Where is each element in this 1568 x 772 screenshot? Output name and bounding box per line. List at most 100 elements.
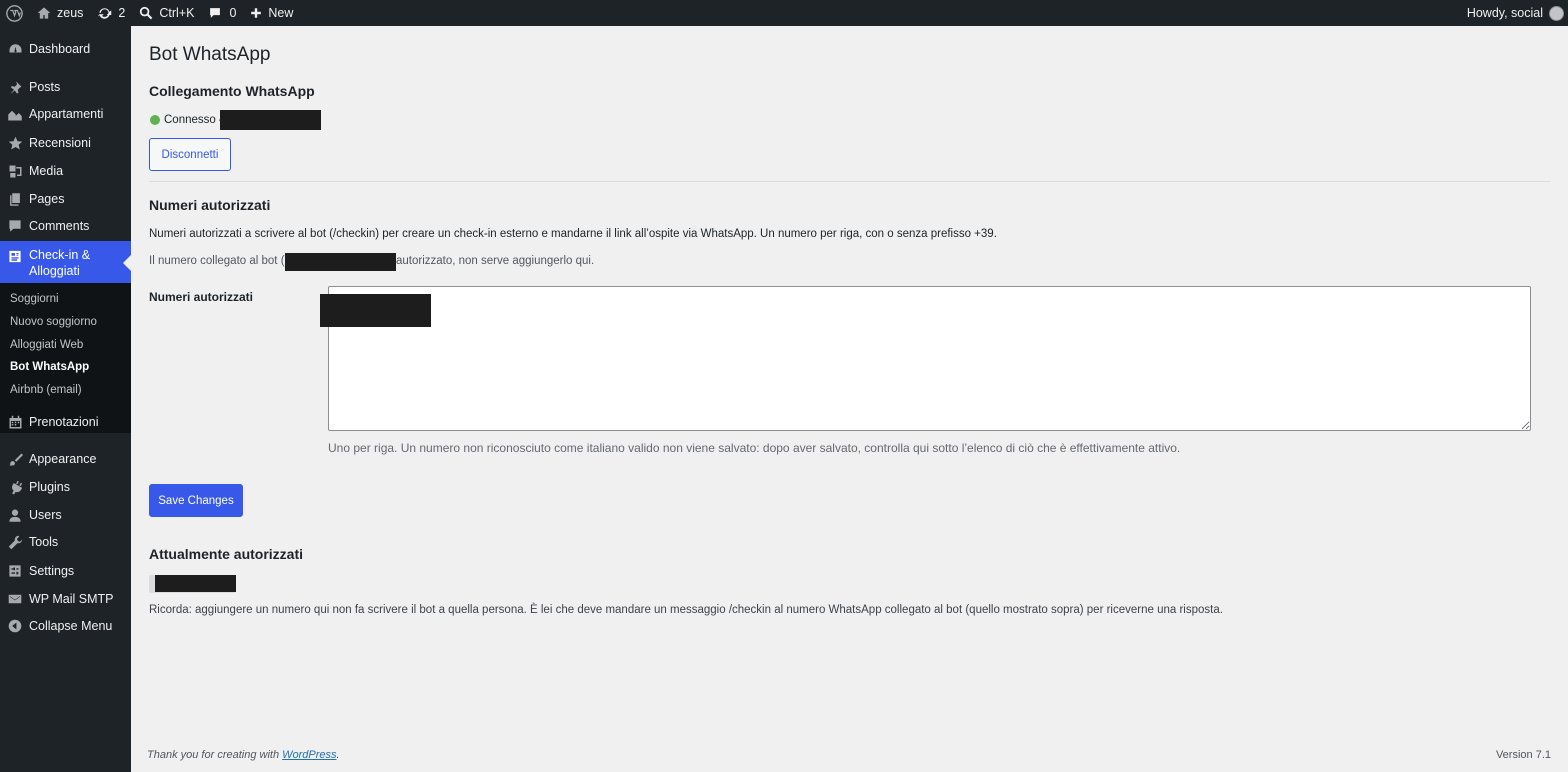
submenu-bot-whatsapp[interactable]: Bot WhatsApp	[10, 361, 89, 373]
bot-note-suffix: autorizzato, non serve aggiungerlo qui.	[396, 255, 595, 267]
comments-count: 0	[229, 6, 237, 20]
user-icon	[7, 507, 23, 523]
wordpress-logo-icon	[6, 4, 23, 22]
footer-version: Version 7.1	[1495, 749, 1551, 761]
plus-icon	[251, 8, 262, 18]
page-title: Bot WhatsApp	[149, 44, 271, 65]
submenu-airbnb-email[interactable]: Airbnb (email)	[10, 384, 82, 396]
search-shortcut-label: Ctrl+K	[159, 6, 195, 20]
menu-label: Plugins	[29, 480, 70, 494]
collapse-icon	[7, 618, 23, 634]
menu-posts[interactable]: Posts	[0, 76, 131, 98]
new-label: New	[268, 6, 294, 20]
comment-bubble-icon	[210, 8, 221, 18]
home-icon	[37, 7, 51, 19]
save-changes-button[interactable]: Save Changes	[149, 484, 243, 517]
menu-dashboard[interactable]: Dashboard	[0, 38, 131, 60]
new-content-link[interactable]: New	[243, 0, 300, 26]
redacted-authorized-number	[155, 575, 236, 592]
authorized-numbers-textarea[interactable]	[328, 286, 1531, 431]
site-name-label: zeus	[57, 6, 84, 20]
menu-appartamenti[interactable]: Appartamenti	[0, 103, 131, 125]
menu-label: WP Mail SMTP	[29, 592, 114, 606]
wp-logo-button[interactable]	[0, 0, 30, 26]
menu-check-in-alloggiati[interactable]: Check-in & Alloggiati	[0, 241, 131, 283]
wrench-icon	[7, 534, 23, 550]
menu-label: Appearance	[29, 452, 97, 466]
redacted-phone	[220, 110, 321, 130]
disconnect-button[interactable]: Disconnetti	[149, 138, 231, 171]
field-help-text: Uno per riga. Un numero non riconosciuto…	[328, 441, 1181, 455]
settings-icon	[7, 563, 23, 579]
redacted-bot-number	[285, 253, 396, 271]
admin-bar: zeus 2 Ctrl+K 0 New Howdy, social	[0, 0, 1568, 26]
menu-comments[interactable]: Comments	[0, 215, 131, 237]
menu-settings[interactable]: Settings	[0, 560, 131, 582]
numbers-field-label: Numeri autorizzati	[149, 290, 254, 304]
menu-appearance[interactable]: Appearance	[0, 448, 131, 470]
site-name-link[interactable]: zeus	[30, 0, 90, 26]
howdy-text: Howdy, social	[1466, 6, 1543, 20]
submenu-nuovo-soggiorno[interactable]: Nuovo soggiorno	[10, 316, 97, 328]
menu-recensioni[interactable]: Recensioni	[0, 132, 131, 154]
menu-label: Recensioni	[29, 136, 91, 150]
avatar	[1549, 5, 1564, 21]
plug-icon	[7, 479, 23, 495]
menu-tools[interactable]: Tools	[0, 531, 131, 553]
bot-number-note: Il numero collegato al bot (39	[149, 255, 297, 267]
buildings-icon	[7, 106, 23, 122]
menu-label: Pages	[29, 192, 65, 206]
menu-plugins[interactable]: Plugins	[0, 476, 131, 498]
menu-prenotazioni[interactable]: Prenotazioni	[0, 411, 131, 433]
connection-heading: Collegamento WhatsApp	[149, 83, 315, 99]
footer-thanks-prefix: Thank you for creating with	[147, 749, 283, 761]
status-text: Connesso –	[164, 114, 226, 126]
mail-icon	[7, 591, 23, 607]
pages-icon	[7, 191, 23, 207]
search-shortcut-link[interactable]: Ctrl+K	[132, 0, 201, 26]
menu-label: Appartamenti	[29, 107, 104, 121]
updates-link[interactable]: 2	[90, 0, 132, 26]
menu-label: Settings	[29, 564, 75, 578]
menu-label: Dashboard	[29, 42, 91, 56]
footer-thanks-suffix: .	[336, 749, 340, 761]
brush-icon	[7, 451, 23, 467]
menu-label: Comments	[29, 219, 90, 233]
authorized-description: Numeri autorizzati a scrivere al bot (/c…	[149, 228, 997, 240]
comments-link[interactable]: 0	[201, 0, 243, 26]
menu-pages[interactable]: Pages	[0, 188, 131, 210]
star-icon	[7, 135, 23, 151]
dashboard-icon	[7, 41, 23, 57]
submenu-alloggiati-web[interactable]: Alloggiati Web	[10, 339, 83, 351]
menu-label-line1: Check-in &	[29, 248, 91, 262]
updates-count: 2	[118, 6, 126, 20]
media-icon	[7, 163, 23, 179]
menu-label: Users	[29, 508, 62, 522]
current-authorized-heading: Attualmente autorizzati	[149, 546, 304, 562]
my-account-link[interactable]: Howdy, social	[1467, 0, 1568, 26]
connected-status-dot	[150, 115, 160, 125]
divider	[149, 181, 1551, 182]
search-icon	[140, 6, 153, 20]
menu-label: Prenotazioni	[29, 415, 99, 429]
reminder-text: Ricorda: aggiungere un numero qui non fa…	[149, 604, 1223, 616]
menu-label: Tools	[29, 535, 59, 549]
footer-thanks: Thank you for creating with WordPress.	[147, 749, 340, 761]
redacted-textarea-content	[320, 294, 431, 327]
authorized-heading: Numeri autorizzati	[149, 197, 271, 213]
menu-media[interactable]: Media	[0, 160, 131, 182]
menu-label: Check-in & Alloggiati	[29, 247, 90, 279]
wordpress-link[interactable]: WordPress	[282, 749, 336, 761]
menu-wp-mail-smtp[interactable]: WP Mail SMTP	[0, 588, 131, 610]
menu-collapse[interactable]: Collapse Menu	[0, 615, 131, 637]
pin-icon	[7, 79, 23, 95]
menu-label: Posts	[29, 80, 61, 94]
updates-icon	[98, 7, 112, 19]
id-card-icon	[7, 248, 23, 264]
submenu-soggiorni[interactable]: Soggiorni	[10, 293, 59, 305]
bot-note-prefix: Il numero collegato al bot (39	[149, 255, 298, 267]
comment-icon	[7, 218, 23, 234]
menu-users[interactable]: Users	[0, 504, 131, 526]
calendar-icon	[7, 414, 23, 430]
menu-label-line2: Alloggiati	[29, 264, 80, 278]
